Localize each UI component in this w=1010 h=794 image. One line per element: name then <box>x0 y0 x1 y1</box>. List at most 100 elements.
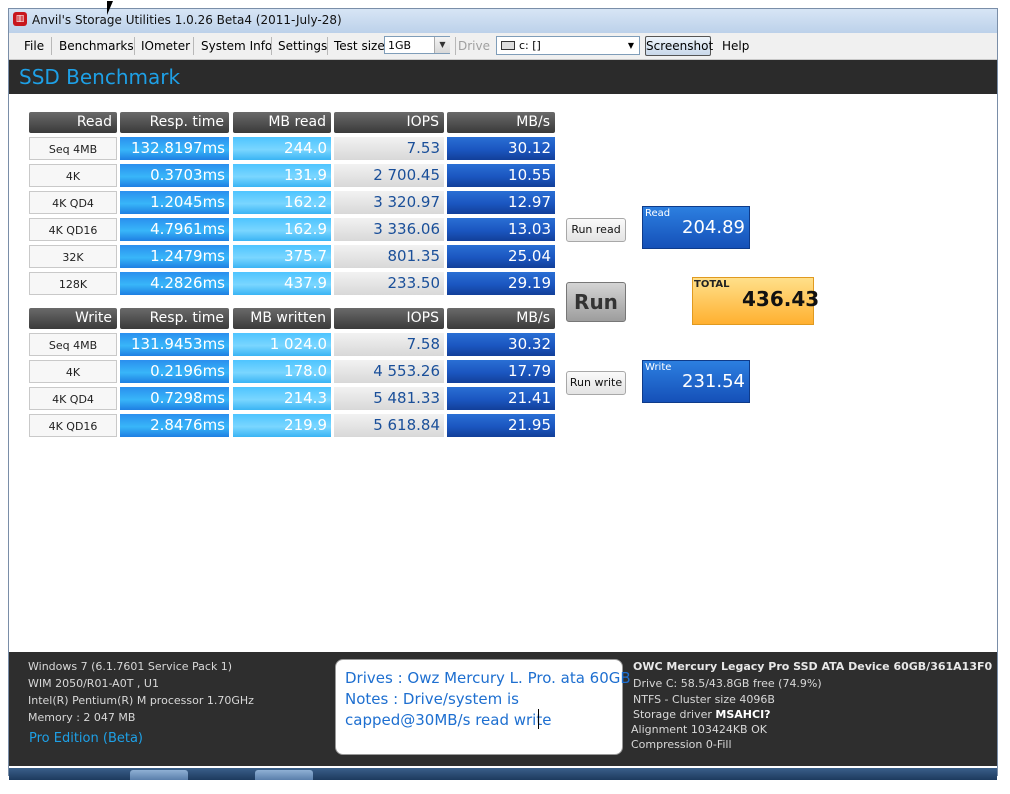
read-resp-cell: 4.2826ms <box>120 272 229 295</box>
notes-line: Drives : Owz Mercury L. Pro. ata 60GB <box>345 669 631 687</box>
read-header-mbs: MB/s <box>447 112 555 133</box>
read-iops-cell: 3 320.97 <box>334 191 444 214</box>
read-resp-cell: 0.3703ms <box>120 164 229 187</box>
taskbar-button[interactable] <box>255 770 313 780</box>
write-mbs-cell: 17.79 <box>447 360 555 383</box>
write-mbs-cell: 21.95 <box>447 414 555 437</box>
read-mbs-cell: 25.04 <box>447 245 555 268</box>
read-row-label[interactable]: 32K <box>29 245 117 268</box>
read-mb-cell: 162.9 <box>233 218 331 241</box>
read-mb-cell: 437.9 <box>233 272 331 295</box>
write-header-resp: Resp. time <box>120 308 229 329</box>
write-resp-cell: 131.9453ms <box>120 333 229 356</box>
write-mbs-cell: 21.41 <box>447 387 555 410</box>
write-resp-cell: 0.7298ms <box>120 387 229 410</box>
menu-separator <box>455 37 456 55</box>
read-mbs-cell: 13.03 <box>447 218 555 241</box>
drive-compression: Compression 0-Fill <box>631 738 732 751</box>
storage-driver: Storage driver MSAHCI? <box>633 708 771 721</box>
read-resp-cell: 4.7961ms <box>120 218 229 241</box>
read-mbs-cell: 29.19 <box>447 272 555 295</box>
read-row-label[interactable]: 4K QD4 <box>29 191 117 214</box>
write-row-label[interactable]: 4K QD4 <box>29 387 117 410</box>
read-mbs-cell: 30.12 <box>447 137 555 160</box>
write-row-label[interactable]: 4K QD16 <box>29 414 117 437</box>
read-mbs-cell: 10.55 <box>447 164 555 187</box>
window-title: Anvil's Storage Utilities 1.0.26 Beta4 (… <box>32 13 342 27</box>
read-mb-cell: 162.2 <box>233 191 331 214</box>
write-iops-cell: 4 553.26 <box>334 360 444 383</box>
write-score-label: Write <box>645 362 672 373</box>
write-row-label[interactable]: 4K <box>29 360 117 383</box>
menu-separator <box>193 37 194 55</box>
write-header-mb: MB written <box>233 308 331 329</box>
write-score-value: 231.54 <box>682 371 745 392</box>
drive-filesystem: NTFS - Cluster size 4096B <box>633 693 775 706</box>
page-title: SSD Benchmark <box>19 65 181 89</box>
write-header-iops: IOPS <box>334 308 444 329</box>
read-iops-cell: 2 700.45 <box>334 164 444 187</box>
total-score-label: TOTAL <box>694 279 730 290</box>
chevron-down-icon[interactable]: ▼ <box>434 37 450 53</box>
taskbar-button[interactable] <box>130 770 188 780</box>
read-resp-cell: 1.2045ms <box>120 191 229 214</box>
write-resp-cell: 2.8476ms <box>120 414 229 437</box>
run-read-button[interactable]: Run read <box>566 218 626 242</box>
read-mb-cell: 131.9 <box>233 164 331 187</box>
read-score-value: 204.89 <box>682 217 745 238</box>
pro-edition-label: Pro Edition (Beta) <box>29 731 143 746</box>
system-board: WIM 2050/R01-A0T , U1 <box>28 677 159 690</box>
menu-benchmarks[interactable]: Benchmarks <box>55 36 138 56</box>
notes-line: capped@30MB/s read write <box>345 711 552 729</box>
drive-label: Drive <box>458 39 490 53</box>
read-row-label[interactable]: 4K QD16 <box>29 218 117 241</box>
menu-separator <box>271 37 272 55</box>
read-score-label: Read <box>645 208 671 219</box>
write-mb-cell: 219.9 <box>233 414 331 437</box>
system-memory: Memory : 2 047 MB <box>28 711 136 724</box>
menu-settings[interactable]: Settings <box>274 36 331 56</box>
test-size-label: Test size <box>334 39 385 53</box>
drive-alignment: Alignment 103424KB OK <box>631 723 767 736</box>
read-mb-cell: 244.0 <box>233 137 331 160</box>
menu-separator <box>327 37 328 55</box>
read-mb-cell: 375.7 <box>233 245 331 268</box>
read-row-label[interactable]: 4K <box>29 164 117 187</box>
text-caret <box>538 709 539 729</box>
read-iops-cell: 3 336.06 <box>334 218 444 241</box>
mouse-pointer-icon <box>107 1 113 15</box>
menu-iometer[interactable]: IOmeter <box>137 36 194 56</box>
run-button[interactable]: Run <box>566 282 626 322</box>
read-row-label[interactable]: Seq 4MB <box>29 137 117 160</box>
read-score-box: Read 204.89 <box>642 206 750 249</box>
drive-free-space: Drive C: 58.5/43.8GB free (74.9%) <box>633 677 822 690</box>
menu-separator <box>51 37 52 55</box>
system-os: Windows 7 (6.1.7601 Service Pack 1) <box>28 660 233 673</box>
write-mb-cell: 1 024.0 <box>233 333 331 356</box>
screenshot-button[interactable]: Screenshot <box>645 36 713 56</box>
write-row-label[interactable]: Seq 4MB <box>29 333 117 356</box>
write-header-label: Write <box>29 308 117 329</box>
drive-select[interactable]: c: [] <box>496 36 640 55</box>
total-score-value: 436.43 <box>742 287 820 311</box>
menu-help[interactable]: Help <box>718 36 753 56</box>
read-header-iops: IOPS <box>334 112 444 133</box>
write-iops-cell: 5 481.33 <box>334 387 444 410</box>
menu-file[interactable]: File <box>20 36 48 56</box>
read-row-label[interactable]: 128K <box>29 272 117 295</box>
write-mbs-cell: 30.32 <box>447 333 555 356</box>
notes-line: Notes : Drive/system is <box>345 690 519 708</box>
write-iops-cell: 5 618.84 <box>334 414 444 437</box>
run-write-button[interactable]: Run write <box>566 371 626 395</box>
app-icon[interactable]: ▥ <box>13 12 27 26</box>
read-header-mb: MB read <box>233 112 331 133</box>
read-iops-cell: 7.53 <box>334 137 444 160</box>
read-header-resp: Resp. time <box>120 112 229 133</box>
storage-driver-label: Storage driver <box>633 708 712 721</box>
write-score-box: Write 231.54 <box>642 360 750 403</box>
write-header-mbs: MB/s <box>447 308 555 329</box>
menu-system-info[interactable]: System Info <box>197 36 276 56</box>
write-mb-cell: 178.0 <box>233 360 331 383</box>
read-iops-cell: 233.50 <box>334 272 444 295</box>
chevron-down-icon[interactable]: ▼ <box>624 37 638 54</box>
